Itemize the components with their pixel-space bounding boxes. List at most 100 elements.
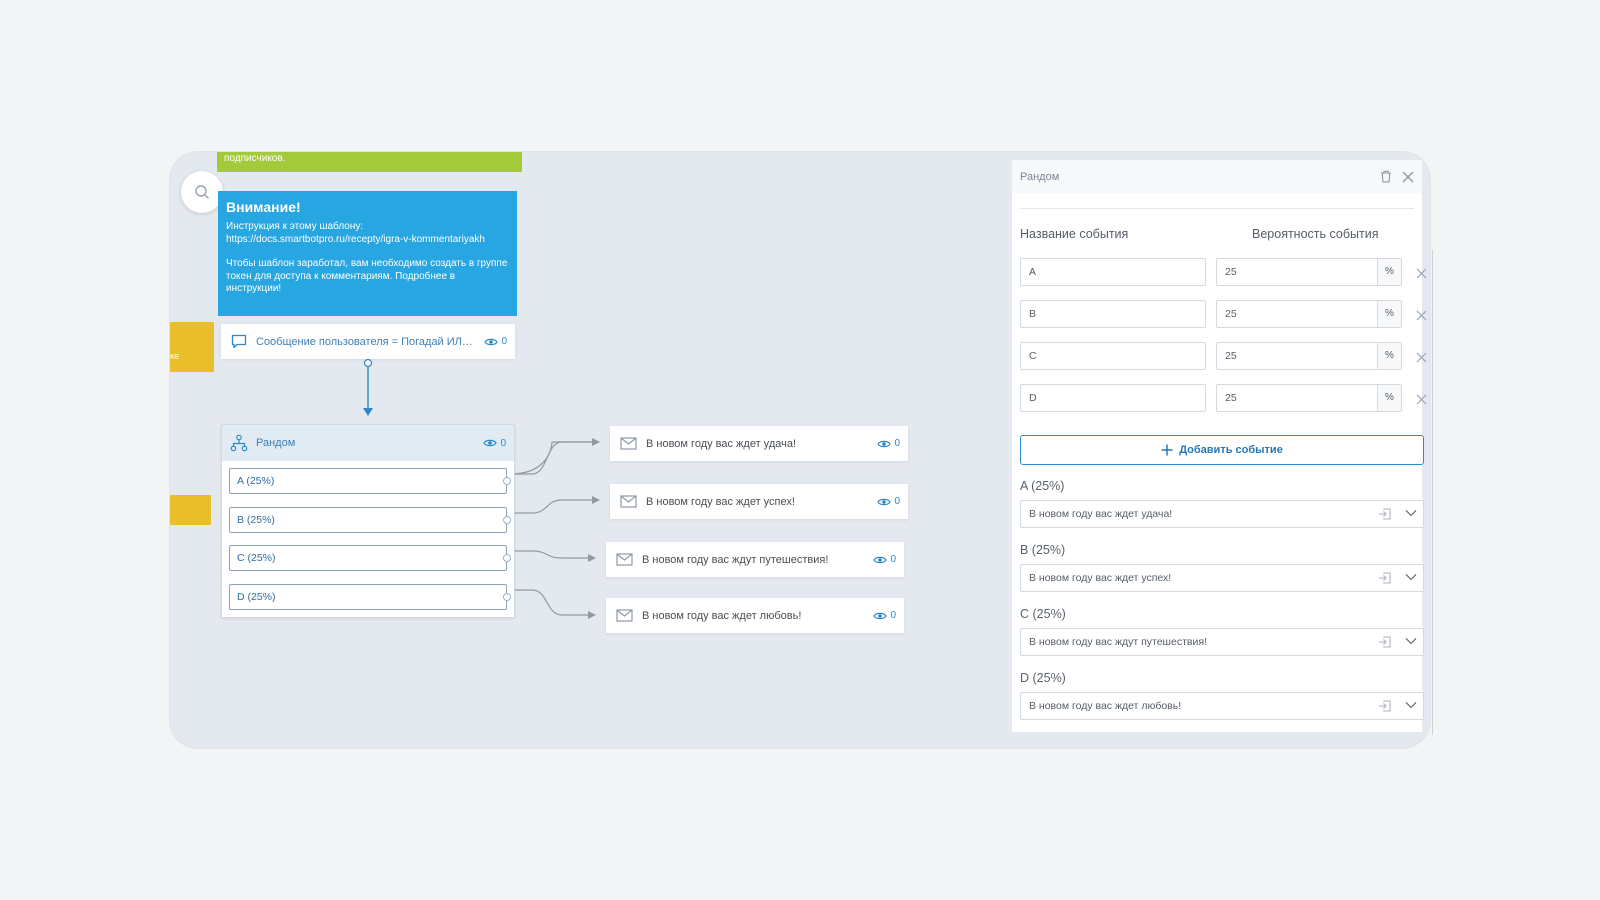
random-node-title: Рандом (256, 437, 296, 449)
event-probability-value: 25 (1225, 266, 1237, 278)
branch-select-value: В новом году вас ждут путешествия! (1029, 636, 1207, 648)
green-note[interactable]: подписчиков. (217, 152, 522, 172)
remove-event-button[interactable] (1416, 308, 1427, 326)
warning-note[interactable]: Внимание! Инструкция к этому шаблону: ht… (218, 191, 517, 316)
chat-bubble-icon (231, 334, 247, 349)
message-node-views: 0 (877, 496, 900, 507)
views-count: 0 (894, 496, 900, 507)
trigger-node-views: 0 (484, 336, 507, 347)
search-button[interactable] (181, 171, 223, 213)
branch-select-d[interactable]: В новом году вас ждет любовь! (1020, 692, 1424, 720)
message-node-4[interactable]: В новом году вас ждет любовь! 0 (606, 598, 904, 633)
chevron-down-icon[interactable] (1405, 637, 1417, 645)
percent-suffix: % (1377, 301, 1401, 327)
add-event-button[interactable]: Добавить событие (1020, 435, 1424, 465)
message-node-1[interactable]: В новом году вас ждет удача! 0 (610, 426, 908, 461)
branch-icon (230, 434, 248, 452)
percent-suffix: % (1377, 343, 1401, 369)
envelope-icon (620, 437, 637, 450)
branch-select-c[interactable]: В новом году вас ждут путешествия! (1020, 628, 1424, 656)
branch-select-a[interactable]: В новом году вас ждет удача! (1020, 500, 1424, 528)
random-option-b[interactable]: B (25%) (229, 507, 511, 533)
envelope-icon (616, 609, 633, 622)
branch-label-c: C (25%) (1020, 607, 1066, 621)
message-node-label: В новом году вас ждет любовь! (642, 609, 802, 622)
eye-icon (483, 439, 498, 447)
go-to-block-icon[interactable] (1378, 572, 1391, 584)
random-option-label: C (25%) (237, 552, 276, 564)
envelope-icon (616, 553, 633, 566)
event-row: C 25% (1020, 342, 1427, 370)
close-icon (1402, 171, 1414, 182)
flow-canvas[interactable]: подписчиков. Внимание! Инструкция к этом… (170, 152, 1010, 748)
branch-select-b[interactable]: В новом году вас ждет успех! (1020, 564, 1424, 592)
chevron-down-icon[interactable] (1405, 573, 1417, 581)
message-node-label: В новом году вас ждет успех! (646, 495, 795, 508)
trigger-node-label: Сообщение пользователя = Погадай ИЛИ ... (256, 335, 476, 348)
close-icon (1416, 352, 1427, 363)
close-icon (1416, 310, 1427, 321)
percent-suffix: % (1377, 259, 1401, 285)
go-to-block-icon[interactable] (1378, 636, 1391, 648)
warning-note-line: Инструкция к этому шаблону: (226, 221, 364, 232)
eye-icon (873, 612, 888, 619)
chevron-down-icon[interactable] (1405, 701, 1417, 709)
branch-select-value: В новом году вас ждет любовь! (1029, 700, 1182, 712)
event-name-input[interactable]: D (1020, 384, 1206, 412)
search-icon (195, 185, 209, 199)
warning-note-link[interactable]: https://docs.smartbotpro.ru/recepty/igra… (226, 234, 509, 247)
event-probability-value: 25 (1225, 350, 1237, 362)
panel-header: Рандом (1012, 160, 1422, 193)
remove-event-button[interactable] (1416, 350, 1427, 368)
close-icon (1416, 268, 1427, 279)
delete-button[interactable] (1380, 170, 1392, 183)
yellow-note-lower[interactable] (170, 495, 211, 525)
panel-title: Рандом (1020, 170, 1060, 183)
event-name-header: Название события (1020, 227, 1129, 241)
event-probability-input[interactable]: 25% (1216, 384, 1402, 412)
yellow-note-upper[interactable]: ке (170, 322, 214, 372)
close-button[interactable] (1402, 171, 1414, 183)
event-probability-input[interactable]: 25% (1216, 258, 1402, 286)
close-icon (1416, 394, 1427, 405)
eye-icon (484, 338, 499, 345)
random-option-label: B (25%) (237, 514, 275, 526)
random-option-label: A (25%) (237, 475, 275, 487)
output-port[interactable] (503, 516, 511, 524)
event-probability-header: Вероятность события (1252, 227, 1379, 241)
random-settings-panel: Рандом Название события Вероятность собы… (1012, 160, 1427, 732)
random-node[interactable]: Рандом 0 A (25%) B (25%) C (25%) D (25%) (221, 424, 515, 618)
eye-icon (877, 498, 892, 505)
message-node-3[interactable]: В новом году вас ждут путешествия! 0 (606, 542, 904, 577)
views-count: 0 (501, 336, 507, 347)
random-node-header[interactable]: Рандом 0 (222, 425, 514, 461)
branch-select-value: В новом году вас ждет успех! (1029, 572, 1172, 584)
output-port[interactable] (503, 554, 511, 562)
output-port[interactable] (503, 477, 511, 485)
event-probability-input[interactable]: 25% (1216, 342, 1402, 370)
go-to-block-icon[interactable] (1378, 508, 1391, 520)
event-probability-input[interactable]: 25% (1216, 300, 1402, 328)
remove-event-button[interactable] (1416, 266, 1427, 284)
event-name-input[interactable]: B (1020, 300, 1206, 328)
branch-label-d: D (25%) (1020, 671, 1066, 685)
percent-suffix: % (1377, 385, 1401, 411)
random-node-views: 0 (483, 438, 506, 449)
random-option-a[interactable]: A (25%) (229, 468, 511, 494)
chevron-down-icon[interactable] (1405, 509, 1417, 517)
event-probability-value: 25 (1225, 392, 1237, 404)
event-name-input[interactable]: C (1020, 342, 1206, 370)
remove-event-button[interactable] (1416, 392, 1427, 410)
random-option-d[interactable]: D (25%) (229, 584, 511, 610)
panel-scrollbar[interactable] (1432, 250, 1433, 735)
add-event-label: Добавить событие (1179, 444, 1283, 456)
message-node-2[interactable]: В новом году вас ждет успех! 0 (610, 484, 908, 519)
random-option-c[interactable]: C (25%) (229, 545, 511, 571)
go-to-block-icon[interactable] (1378, 700, 1391, 712)
event-name-input[interactable]: A (1020, 258, 1206, 286)
output-port[interactable] (503, 593, 511, 601)
event-row: A 25% (1020, 258, 1427, 286)
trigger-node[interactable]: Сообщение пользователя = Погадай ИЛИ ...… (221, 324, 515, 359)
branch-select-value: В новом году вас ждет удача! (1029, 508, 1173, 520)
branch-label-a: A (25%) (1020, 479, 1065, 493)
